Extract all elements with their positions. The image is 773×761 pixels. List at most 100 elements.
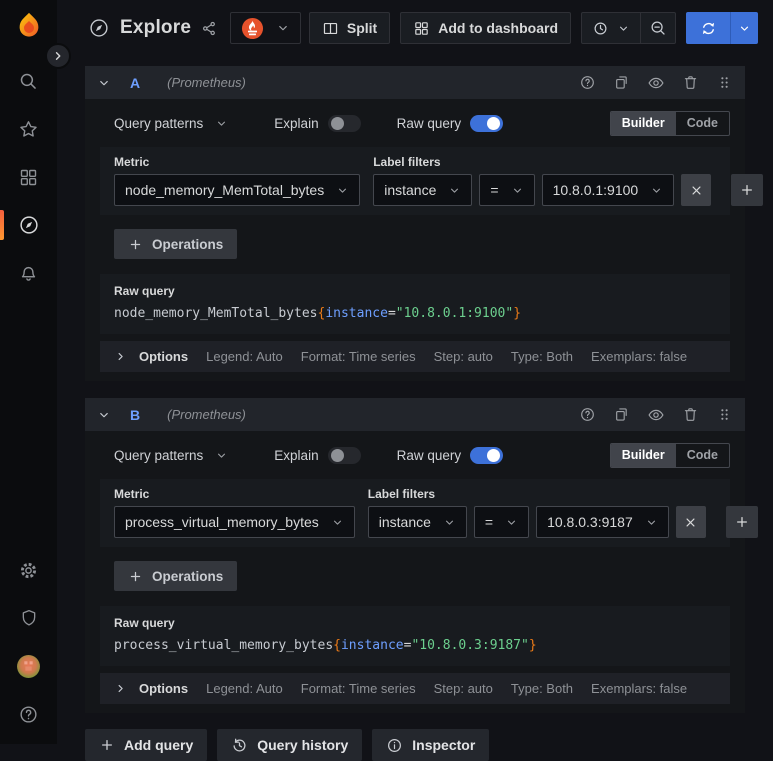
add-filter-button[interactable] [725,506,758,538]
filter-value-select[interactable]: 10.8.0.3:9187 [536,506,669,538]
options-legend: Legend: Auto [206,681,283,696]
share-icon[interactable] [201,20,218,37]
options-step: Step: auto [433,349,493,364]
chevron-down-icon [617,22,630,35]
zoom-out-time-button[interactable] [641,13,675,43]
filter-key-value: instance [378,514,431,530]
prometheus-icon [241,17,264,40]
query-row-header-a[interactable]: A (Prometheus) [85,66,745,99]
close-icon [683,515,698,530]
promql-label: instance [340,638,404,653]
builder-mode-button[interactable]: Builder [610,443,676,467]
query-editor-toolbar: Query patterns Explain Raw query Builder… [100,440,730,470]
sidebar-item-alerting[interactable] [0,249,57,297]
filter-key-select[interactable]: instance [373,174,473,206]
split-icon [322,20,339,37]
add-to-dashboard-button[interactable]: Add to dashboard [400,12,571,44]
duplicate-query-icon[interactable] [613,406,630,423]
builder-mode-button[interactable]: Builder [610,111,676,135]
dashboard-grid-icon [413,20,430,37]
hide-response-eye-icon[interactable] [647,74,665,92]
editor-mode-switch: Builder Code [609,442,730,468]
raw-query-toggle[interactable] [470,114,504,132]
remove-filter-button[interactable] [675,506,706,538]
explore-footer-actions: Add query Query history Inspector [85,729,745,761]
query-options-collapsed[interactable]: Options Legend: Auto Format: Time series… [100,673,730,704]
collapse-chevron-icon[interactable] [97,408,111,422]
run-query-interval-dropdown[interactable] [731,12,758,44]
filter-operator-select[interactable]: = [473,506,530,538]
operations-row: Operations [100,561,730,591]
query-history-button[interactable]: Query history [217,729,363,761]
run-query-button[interactable] [686,12,731,44]
explain-label: Explain [274,115,319,131]
raw-query-toggle-label: Raw query [396,115,462,131]
filter-value-select[interactable]: 10.8.0.1:9100 [541,174,675,206]
raw-query-toggle[interactable] [470,446,504,464]
add-filter-button[interactable] [731,174,764,206]
raw-query-toggle-label: Raw query [396,447,462,463]
metric-select[interactable]: process_virtual_memory_bytes [114,506,355,538]
options-exemplars: Exemplars: false [591,681,688,696]
grafana-logo-icon[interactable] [14,11,44,41]
query-options-collapsed[interactable]: Options Legend: Auto Format: Time series… [100,341,730,372]
duplicate-query-icon[interactable] [613,74,630,91]
query-patterns-dropdown[interactable]: Query patterns [114,116,228,131]
options-legend: Legend: Auto [206,349,283,364]
drag-handle-icon[interactable] [716,74,733,91]
explain-toggle[interactable] [327,114,361,132]
time-picker-button[interactable] [582,13,641,43]
sidebar-item-admin[interactable] [0,594,57,642]
filter-operator-select[interactable]: = [479,174,535,206]
promql-metric: process_virtual_memory_bytes [114,638,334,653]
sidebar-item-dashboards[interactable] [0,153,57,201]
sidebar-item-starred[interactable] [0,105,57,153]
remove-filter-button[interactable] [681,174,712,206]
drag-handle-icon[interactable] [716,406,733,423]
explore-content: A (Prometheus) Query patterns Explain Ra… [57,56,773,761]
sidebar-item-explore[interactable] [0,201,57,249]
add-query-button[interactable]: Add query [85,729,208,761]
query-patterns-dropdown[interactable]: Query patterns [114,448,228,463]
query-patterns-label: Query patterns [114,447,204,463]
promql-string: "10.8.0.1:9100" [395,306,514,321]
explore-compass-icon [88,17,110,39]
query-row-header-b[interactable]: B (Prometheus) [85,398,745,431]
sidebar-item-help[interactable] [0,690,57,738]
code-mode-button[interactable]: Code [676,112,729,135]
remove-query-trash-icon[interactable] [682,74,699,91]
add-operation-button[interactable]: Operations [114,229,238,259]
page-title: Explore [120,17,192,38]
datasource-picker[interactable] [230,12,302,44]
operations-row: Operations [100,229,730,259]
filter-key-select[interactable]: instance [367,506,467,538]
filter-value: 10.8.0.1:9100 [552,182,639,198]
query-history-label: Query history [257,737,349,753]
query-help-icon[interactable] [579,74,596,91]
code-mode-button[interactable]: Code [676,444,729,467]
explain-toggle[interactable] [327,446,361,464]
plus-icon [128,569,143,584]
query-help-icon[interactable] [579,406,596,423]
promql-brace-open: { [333,638,341,653]
filter-key-value: instance [384,182,437,198]
metric-labels-block: Metric node_memory_MemTotal_bytes Label … [100,147,764,215]
split-button[interactable]: Split [308,12,391,44]
sidebar-item-profile[interactable] [0,642,57,690]
promql-equals: = [387,306,396,321]
collapse-chevron-icon[interactable] [97,76,111,90]
label-filters-label: Label filters [367,487,436,501]
chevron-down-icon [738,22,751,35]
sidebar-expand-button[interactable] [45,43,71,69]
chevron-right-icon [51,49,65,63]
metric-select[interactable]: node_memory_MemTotal_bytes [114,174,361,206]
inspector-button[interactable]: Inspector [372,729,490,761]
inspector-label: Inspector [412,737,476,753]
help-circle-icon [18,704,39,725]
options-step: Step: auto [433,681,493,696]
add-operation-button[interactable]: Operations [114,561,238,591]
sidebar-item-settings[interactable] [0,546,57,594]
remove-query-trash-icon[interactable] [682,406,699,423]
split-label: Split [346,20,378,36]
hide-response-eye-icon[interactable] [647,406,665,424]
